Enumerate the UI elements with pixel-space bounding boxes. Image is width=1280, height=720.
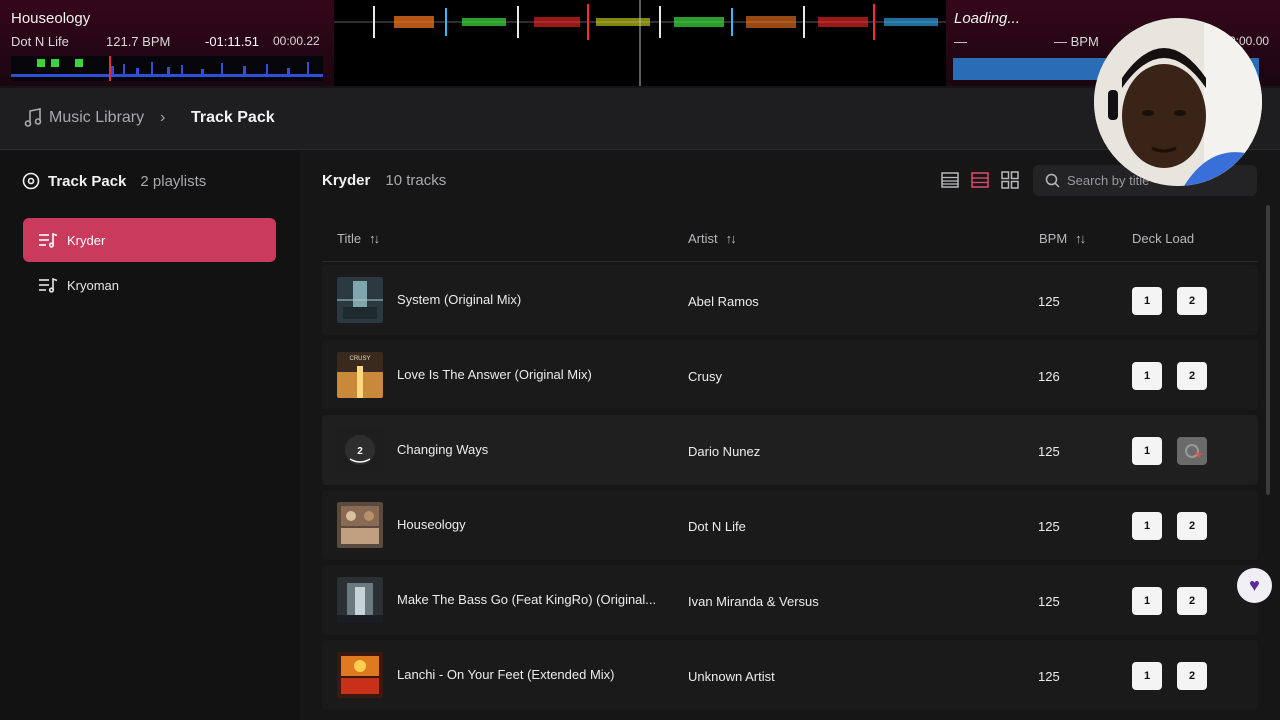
vinyl-icon — [22, 172, 40, 190]
track-count: 10 tracks — [385, 172, 447, 189]
track-bpm: 125 — [1038, 519, 1060, 534]
load-deck-2-button[interactable]: 2 — [1177, 362, 1207, 390]
deck-a-remaining-time: -01:11.51 — [205, 34, 259, 49]
playlist-icon — [39, 232, 58, 248]
deck-a-mini-waveform[interactable] — [11, 56, 323, 81]
column-bpm-label: BPM — [1039, 231, 1068, 246]
sidebar: Track Pack 2 playlists Kryder Kryoman — [0, 151, 300, 720]
track-artist: Dot N Life — [688, 519, 746, 534]
table-row[interactable]: Houseology Dot N Life 125 1 2 — [322, 490, 1258, 560]
deck-b-bpm: — BPM — [1054, 34, 1099, 49]
sidebar-title: Track Pack — [48, 172, 127, 190]
column-deck-load-header: Deck Load — [1132, 231, 1194, 246]
sidebar-playlist-count: 2 playlists — [140, 172, 207, 190]
deck-a-bpm: 121.7 BPM — [106, 34, 171, 49]
load-deck-1-button[interactable]: 1 — [1132, 362, 1162, 390]
sidebar-header: Track Pack 2 playlists — [22, 171, 206, 191]
load-deck-1-button[interactable]: 1 — [1132, 512, 1162, 540]
track-bpm: 125 — [1038, 444, 1060, 459]
column-bpm-header[interactable]: BPM ↑↓ — [1039, 231, 1086, 246]
load-deck-1-button[interactable]: 1 — [1132, 287, 1162, 315]
album-art-label: CRUSY — [349, 356, 370, 362]
album-art — [337, 277, 383, 323]
album-art — [337, 577, 383, 623]
load-deck-1-button[interactable]: 1 — [1132, 587, 1162, 615]
deck-a-elapsed-time: 00:00.22 — [273, 34, 320, 48]
chevron-right-icon: › — [160, 109, 166, 126]
music-note-icon — [24, 108, 42, 127]
album-art-label: 2 — [357, 446, 363, 457]
deck-a-artist: Dot N Life — [11, 34, 69, 49]
sort-icon: ↑↓ — [1075, 231, 1086, 246]
table-row[interactable]: CRUSY Love Is The Answer (Original Mix) … — [322, 340, 1258, 410]
scrollbar[interactable] — [1266, 205, 1270, 495]
loading-spinner-icon — [1185, 444, 1204, 458]
album-art — [337, 652, 383, 698]
breadcrumb: Music Library › Track Pack — [0, 88, 1280, 150]
load-deck-2-button-loading[interactable] — [1177, 437, 1207, 465]
track-title: Houseology — [397, 517, 466, 532]
track-title: Changing Ways — [397, 442, 489, 457]
deck-b-artist: — — [954, 34, 967, 49]
table-header: Title ↑↓ Artist ↑↓ BPM ↑↓ Deck Load — [322, 214, 1258, 262]
table-row[interactable]: Lanchi - On Your Feet (Extended Mix) Unk… — [322, 640, 1258, 710]
search-icon — [1045, 173, 1060, 188]
grid-view-icon[interactable] — [999, 169, 1021, 191]
column-deck-load-label: Deck Load — [1132, 231, 1195, 246]
track-title: Love Is The Answer (Original Mix) — [397, 367, 592, 382]
list-view-icon[interactable] — [939, 169, 961, 191]
track-artist: Abel Ramos — [688, 294, 759, 309]
breadcrumb-music-library-link[interactable]: Music Library — [49, 109, 144, 127]
table-row[interactable]: Make The Bass Go (Feat KingRo) (Original… — [322, 565, 1258, 635]
deck-bar: Houseology Dot N Life 121.7 BPM -01:11.5… — [0, 0, 1280, 86]
track-bpm: 125 — [1038, 294, 1060, 309]
sidebar-item-kryoman[interactable]: Kryoman — [23, 263, 276, 307]
table-row[interactable]: System (Original Mix) Abel Ramos 125 1 2 — [322, 265, 1258, 335]
column-artist-label: Artist — [688, 231, 718, 246]
sort-icon: ↑↓ — [369, 231, 380, 246]
track-artist: Crusy — [688, 369, 722, 384]
column-artist-header[interactable]: Artist ↑↓ — [688, 231, 737, 246]
deck-a-title: Houseology — [11, 10, 91, 27]
heart-icon[interactable]: ♥ — [1237, 568, 1272, 603]
load-deck-1-button[interactable]: 1 — [1132, 662, 1162, 690]
table-row[interactable]: 2 Changing Ways Dario Nunez 125 1 — [322, 415, 1258, 485]
playlist-header: Kryder 10 tracks — [322, 172, 446, 189]
track-artist: Dario Nunez — [688, 444, 761, 459]
track-list-panel: Kryder 10 tracks Title ↑↓ Artist ↑↓ — [300, 151, 1280, 720]
track-artist: Unknown Artist — [688, 669, 775, 684]
track-bpm: 125 — [1038, 669, 1060, 684]
playlist-icon — [39, 277, 58, 293]
album-art: CRUSY — [337, 352, 383, 398]
load-deck-2-button[interactable]: 2 — [1177, 287, 1207, 315]
track-bpm: 125 — [1038, 594, 1060, 609]
track-artist: Ivan Miranda & Versus — [688, 594, 819, 609]
album-art — [337, 502, 383, 548]
deck-b-status: Loading... — [954, 10, 1020, 27]
track-title: System (Original Mix) — [397, 292, 522, 307]
main-waveform[interactable] — [334, 0, 946, 86]
load-deck-2-button[interactable]: 2 — [1177, 512, 1207, 540]
deck-a: Houseology Dot N Life 121.7 BPM -01:11.5… — [0, 0, 334, 86]
sort-icon: ↑↓ — [725, 231, 737, 246]
load-deck-1-button[interactable]: 1 — [1132, 437, 1162, 465]
track-title: Lanchi - On Your Feet (Extended Mix) — [397, 667, 615, 682]
column-title-label: Title — [337, 231, 362, 246]
breadcrumb-current: Track Pack — [191, 109, 275, 126]
load-deck-2-button[interactable]: 2 — [1177, 662, 1207, 690]
column-title-header[interactable]: Title ↑↓ — [337, 231, 380, 246]
sidebar-item-label: Kryder — [67, 232, 106, 248]
sidebar-item-label: Kryoman — [67, 277, 120, 293]
sidebar-item-kryder[interactable]: Kryder — [23, 218, 276, 262]
webcam-overlay — [1094, 18, 1262, 186]
track-bpm: 126 — [1038, 369, 1060, 384]
album-art: 2 — [337, 427, 383, 473]
playlist-title: Kryder — [322, 172, 371, 189]
load-deck-2-button[interactable]: 2 — [1177, 587, 1207, 615]
track-title: Make The Bass Go (Feat KingRo) (Original… — [397, 592, 657, 607]
compact-view-icon[interactable] — [969, 169, 991, 191]
